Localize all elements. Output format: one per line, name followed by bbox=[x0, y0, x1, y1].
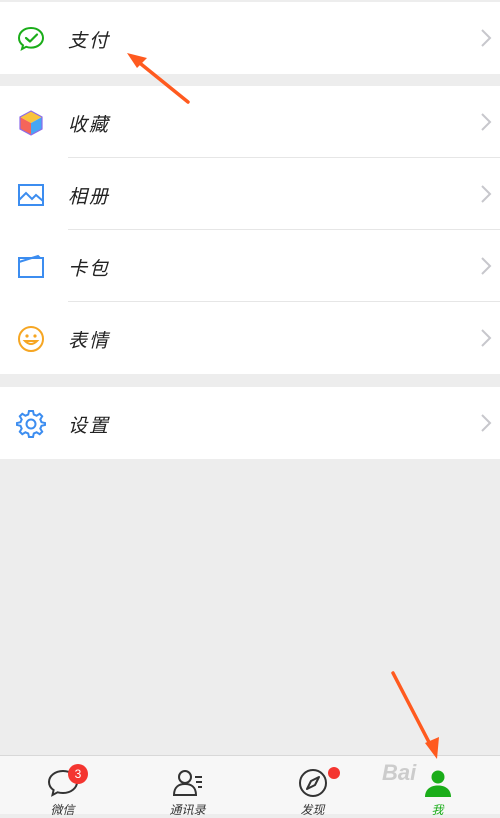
pay-group: 支付 bbox=[0, 2, 500, 74]
settings-group: 设置 bbox=[0, 387, 500, 459]
tab-label: 我 bbox=[431, 803, 444, 817]
me-screen: 支付 收藏 相册 卡包 表情 设置 3 微信 通讯录 发现 我 Bai bbox=[0, 0, 500, 817]
person-icon bbox=[424, 770, 451, 797]
tab-label: 微信 bbox=[50, 803, 75, 817]
chevron-right-icon bbox=[481, 257, 492, 275]
chevron-right-icon bbox=[481, 414, 492, 432]
menu-item-label: 设置 bbox=[68, 415, 111, 437]
chevron-right-icon bbox=[481, 113, 492, 131]
menu-item-label: 卡包 bbox=[68, 258, 111, 280]
menu-item-label: 收藏 bbox=[68, 114, 111, 136]
chevron-right-icon bbox=[481, 185, 492, 203]
tab-discover[interactable]: 发现 bbox=[250, 756, 375, 817]
chevron-right-icon bbox=[481, 29, 492, 47]
bottom-tab-bar: 3 微信 通讯录 发现 我 bbox=[0, 755, 500, 817]
menu-item-favorites[interactable]: 收藏 bbox=[0, 86, 500, 158]
wechat-pay-icon bbox=[16, 24, 46, 54]
smiley-icon bbox=[16, 324, 46, 354]
contacts-icon bbox=[172, 770, 202, 796]
unread-badge: 3 bbox=[68, 764, 88, 784]
menu-item-label: 相册 bbox=[68, 186, 111, 208]
tab-chats[interactable]: 3 微信 bbox=[0, 756, 125, 817]
content-group: 收藏 相册 卡包 表情 bbox=[0, 86, 500, 374]
tab-label: 发现 bbox=[300, 803, 325, 817]
notification-dot bbox=[328, 767, 340, 779]
compass-icon bbox=[298, 769, 327, 797]
menu-item-stickers[interactable]: 表情 bbox=[0, 302, 500, 374]
tab-label: 通讯录 bbox=[169, 803, 206, 817]
cube-icon bbox=[16, 108, 46, 138]
menu-item-album[interactable]: 相册 bbox=[0, 158, 500, 230]
annotation-arrow-me bbox=[391, 671, 439, 759]
menu-item-label: 表情 bbox=[68, 330, 111, 352]
tab-me[interactable]: 我 bbox=[375, 756, 500, 817]
wallet-icon bbox=[16, 252, 46, 282]
menu-item-pay[interactable]: 支付 bbox=[0, 2, 500, 74]
menu-item-settings[interactable]: 设置 bbox=[0, 387, 500, 459]
picture-icon bbox=[16, 180, 46, 210]
gear-icon bbox=[16, 409, 46, 439]
menu-item-label: 支付 bbox=[68, 30, 111, 52]
menu-item-cards[interactable]: 卡包 bbox=[0, 230, 500, 302]
chevron-right-icon bbox=[481, 329, 492, 347]
tab-contacts[interactable]: 通讯录 bbox=[125, 756, 250, 817]
